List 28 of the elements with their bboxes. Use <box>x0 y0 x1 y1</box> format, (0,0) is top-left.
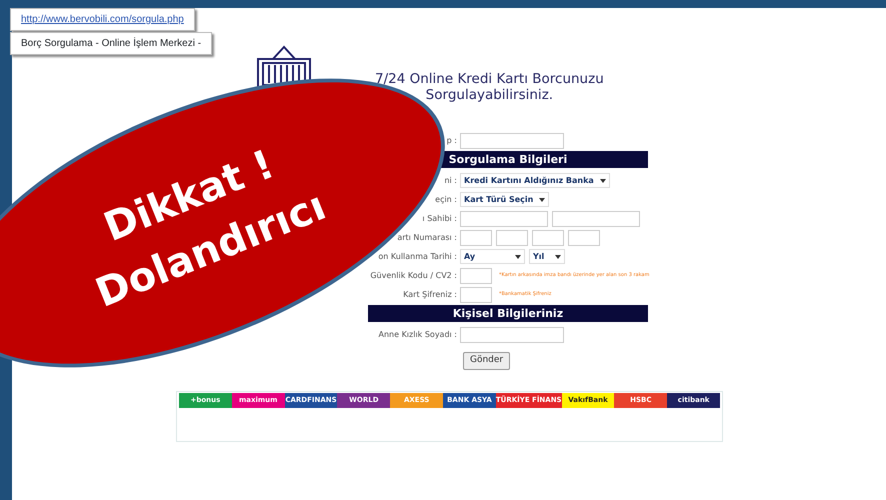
field-label: p : <box>446 134 458 146</box>
field-label: ı Sahibi : <box>422 212 458 224</box>
field-label: on Kullanma Tarihi : <box>378 250 458 262</box>
heading-text: 7/24 Online Kredi Kartı Borcunuzu Sorgulayabilirsiniz. <box>375 70 604 103</box>
input-field[interactable] <box>460 230 492 246</box>
dropdown[interactable]: Yıl <box>529 249 565 264</box>
page-title-tooltip: Borç Sorgulama - Online İşlem Merkezi - <box>10 32 212 55</box>
url-link[interactable]: http://www.bervobili.com/sorgula.php <box>21 14 184 25</box>
input-field[interactable] <box>568 230 600 246</box>
dropdown[interactable]: Ay <box>460 249 525 264</box>
input-field[interactable] <box>460 286 492 302</box>
dropdown[interactable]: Kart Türü Seçin <box>460 192 550 207</box>
field-label: Kart Şifreniz : <box>403 288 458 300</box>
input-field[interactable] <box>532 230 564 246</box>
field-label: artı Numarası : <box>397 232 458 244</box>
field-label: ni : <box>444 174 458 186</box>
input-field[interactable] <box>460 326 564 342</box>
input-field[interactable] <box>552 210 640 226</box>
submit-button[interactable]: Gönder <box>463 352 510 370</box>
input-field[interactable] <box>460 210 548 226</box>
input-field[interactable] <box>496 230 528 246</box>
input-field[interactable] <box>460 132 564 148</box>
field-label: Anne Kızlık Soyadı : <box>378 328 458 340</box>
input-field[interactable] <box>460 268 492 284</box>
field-label: Güvenlik Kodu / CV2 : <box>370 270 458 282</box>
section-header: Kişisel Bilgileriniz <box>368 305 648 322</box>
field-label: eçin : <box>435 194 458 206</box>
dropdown[interactable]: Kredi Kartını Aldığınız Banka <box>460 173 610 188</box>
